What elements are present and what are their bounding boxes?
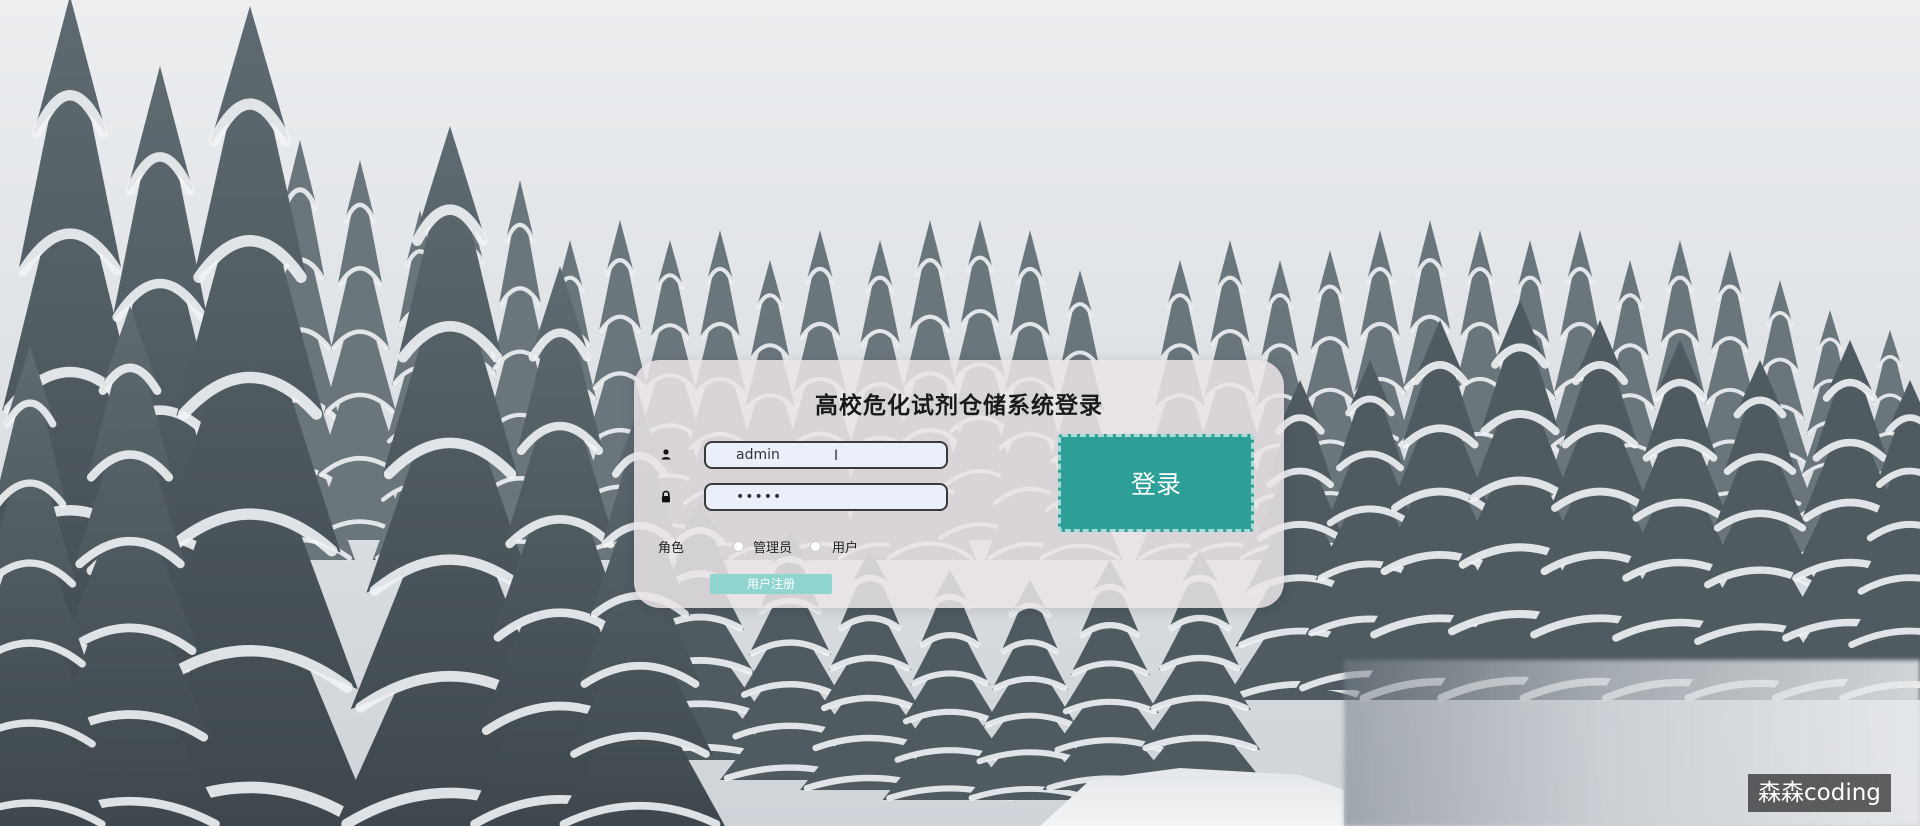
role-option-user-label: 用户: [832, 541, 859, 556]
register-button[interactable]: 用户注册: [710, 574, 832, 594]
username-input[interactable]: [704, 441, 948, 469]
user-icon: [658, 447, 674, 463]
role-radio-admin[interactable]: [733, 541, 744, 552]
login-title: 高校危化试剂仓储系统登录: [815, 393, 1103, 419]
login-button[interactable]: 登录: [1058, 434, 1254, 532]
role-option-admin-label: 管理员: [753, 541, 793, 556]
role-label: 角色: [658, 541, 685, 556]
watermark: 森森coding: [1748, 774, 1891, 812]
lock-icon: [658, 489, 674, 505]
login-card: 高校危化试剂仓储系统登录 I 角色 管理员 用户 用户注册 登录: [634, 360, 1284, 608]
desktop-scene: 高校危化试剂仓储系统登录 I 角色 管理员 用户 用户注册 登录 森森codin…: [0, 0, 1920, 826]
role-radio-user[interactable]: [810, 541, 821, 552]
text-cursor-icon: I: [834, 448, 839, 464]
password-input[interactable]: [704, 483, 948, 511]
